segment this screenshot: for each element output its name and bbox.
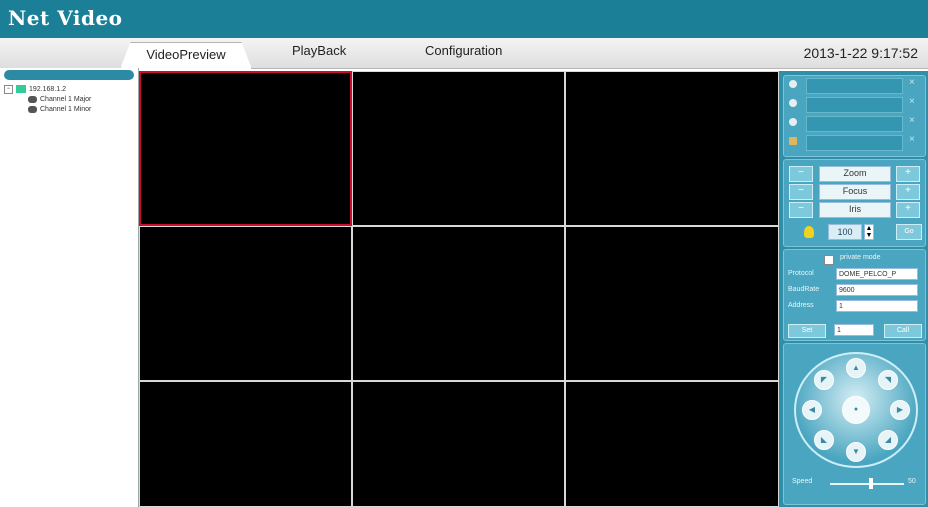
down-left-arrow-icon[interactable]: ◣ xyxy=(814,430,834,450)
motion-icon xyxy=(789,118,797,126)
video-cell-2[interactable] xyxy=(352,71,565,226)
record-icon xyxy=(789,80,797,88)
up-right-arrow-icon[interactable]: ◥ xyxy=(878,370,898,390)
app-title: Net Video xyxy=(8,6,123,30)
go-button[interactable]: Go xyxy=(896,224,922,240)
zoom-in-button[interactable]: + xyxy=(896,166,920,182)
focus-near-button[interactable]: − xyxy=(789,184,813,200)
right-arrow-icon[interactable]: ▶ xyxy=(890,400,910,420)
device-label: 192.168.1.2 xyxy=(29,85,66,93)
status-row: × xyxy=(784,133,925,152)
preset-input[interactable]: 1 xyxy=(834,324,874,336)
tab-playback[interactable]: PlayBack xyxy=(292,43,346,58)
video-cell-4[interactable] xyxy=(139,226,352,381)
close-icon[interactable]: × xyxy=(909,115,915,126)
tab-configuration[interactable]: Configuration xyxy=(425,43,502,58)
address-input[interactable]: 1 xyxy=(836,300,918,312)
down-right-arrow-icon[interactable]: ◢ xyxy=(878,430,898,450)
iris-close-button[interactable]: − xyxy=(789,202,813,218)
ptz-joystick: ▲ ▼ ◀ ▶ ◤ ◥ ◣ ◢ ● xyxy=(794,352,918,468)
status-bar xyxy=(806,97,903,113)
video-cell-5[interactable] xyxy=(352,226,565,381)
private-mode-label: private mode xyxy=(840,254,881,261)
down-arrow-icon[interactable]: ▼ xyxy=(846,442,866,462)
ptz-section: ▲ ▼ ◀ ▶ ◤ ◥ ◣ ◢ ● Speed 50 xyxy=(783,343,926,505)
preset-spinner[interactable]: ▲ ▼ xyxy=(864,224,874,240)
preset-value[interactable]: 100 xyxy=(828,224,862,240)
iris-row: − Iris + xyxy=(789,202,920,218)
device-icon xyxy=(16,85,26,93)
tab-videopreview[interactable]: VideoPreview xyxy=(120,42,252,69)
protocol-label: Protocol xyxy=(788,270,814,277)
private-mode-checkbox[interactable] xyxy=(824,255,834,265)
lock-icon xyxy=(789,137,797,145)
video-cell-1[interactable] xyxy=(139,71,352,226)
status-bar xyxy=(806,78,903,94)
speed-slider-track[interactable] xyxy=(830,483,904,485)
datetime-display: 2013-1-22 9:17:52 xyxy=(803,45,918,61)
light-bulb-icon[interactable] xyxy=(804,226,814,238)
focus-row: − Focus + xyxy=(789,184,920,200)
status-bar xyxy=(806,116,903,132)
zoom-out-button[interactable]: − xyxy=(789,166,813,182)
status-section: × × × × xyxy=(783,75,926,157)
device-tree-panel: − 192.168.1.2 Channel 1 Major Channel 1 … xyxy=(0,68,139,507)
status-row: × xyxy=(784,95,925,114)
iris-label: Iris xyxy=(819,202,891,218)
left-arrow-icon[interactable]: ◀ xyxy=(802,400,822,420)
baudrate-select[interactable]: 9600 xyxy=(836,284,918,296)
up-arrow-icon[interactable]: ▲ xyxy=(846,358,866,378)
close-icon[interactable]: × xyxy=(909,96,915,107)
expand-icon[interactable]: − xyxy=(4,84,13,94)
video-cell-3[interactable] xyxy=(565,71,779,226)
lens-control-section: − Zoom + − Focus + − Iris + 100 ▲ ▼ Go xyxy=(783,159,926,247)
tree-channel-minor[interactable]: Channel 1 Minor xyxy=(4,104,91,114)
tree-device-node[interactable]: − 192.168.1.2 xyxy=(4,84,91,94)
baudrate-label: BaudRate xyxy=(788,286,820,293)
device-tree: − 192.168.1.2 Channel 1 Major Channel 1 … xyxy=(4,84,91,114)
alarm-icon xyxy=(789,99,797,107)
focus-far-button[interactable]: + xyxy=(896,184,920,200)
address-label: Address xyxy=(788,302,814,309)
speed-value: 50 xyxy=(908,478,916,485)
close-icon[interactable]: × xyxy=(909,77,915,88)
close-icon[interactable]: × xyxy=(909,134,915,145)
title-bar: Net Video xyxy=(0,0,928,38)
channel-label: Channel 1 Minor xyxy=(40,105,92,113)
video-cell-6[interactable] xyxy=(565,226,779,381)
video-cell-8[interactable] xyxy=(352,381,565,507)
tree-channel-major[interactable]: Channel 1 Major xyxy=(4,94,91,104)
video-grid xyxy=(139,71,779,507)
call-button[interactable]: Call xyxy=(884,324,922,338)
video-cell-7[interactable] xyxy=(139,381,352,507)
status-row: × xyxy=(784,114,925,133)
camera-icon xyxy=(28,95,37,103)
ptz-center-button[interactable]: ● xyxy=(842,396,870,424)
set-button[interactable]: Set xyxy=(788,324,826,338)
zoom-label: Zoom xyxy=(819,166,891,182)
protocol-section: private mode Protocol DOME_PELCO_P BaudR… xyxy=(783,249,926,341)
control-panel: × × × × − Zoom + − Focus + − Iris + 100 … xyxy=(779,71,928,507)
status-bar xyxy=(806,135,903,151)
channel-label: Channel 1 Major xyxy=(40,95,92,103)
camera-icon xyxy=(28,105,37,113)
up-left-arrow-icon[interactable]: ◤ xyxy=(814,370,834,390)
speed-slider-handle[interactable] xyxy=(868,478,873,489)
zoom-row: − Zoom + xyxy=(789,166,920,182)
video-cell-9[interactable] xyxy=(565,381,779,507)
tab-bar: VideoPreview PlayBack Configuration 2013… xyxy=(0,38,928,69)
focus-label: Focus xyxy=(819,184,891,200)
device-tree-header xyxy=(4,70,134,80)
status-row: × xyxy=(784,76,925,95)
protocol-select[interactable]: DOME_PELCO_P xyxy=(836,268,918,280)
speed-label: Speed xyxy=(792,478,813,485)
iris-open-button[interactable]: + xyxy=(896,202,920,218)
